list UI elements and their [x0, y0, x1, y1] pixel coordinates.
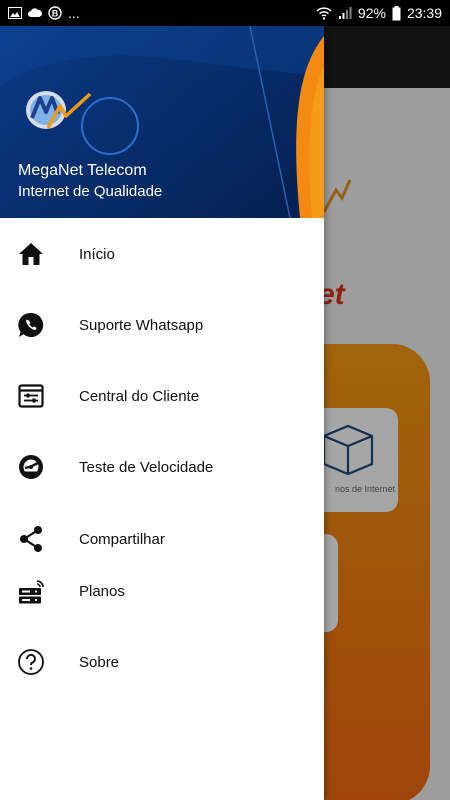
menu-item-suporte-whatsapp[interactable]: Suporte Whatsapp [0, 297, 324, 353]
navigation-drawer: MegaNet Telecom Internet de Qualidade In… [0, 26, 324, 800]
whatsapp-icon [16, 310, 46, 340]
svg-text:B: B [52, 9, 59, 19]
help-icon [16, 647, 46, 677]
image-notification-icon [8, 7, 22, 19]
wifi-icon [316, 6, 332, 20]
menu-item-label: Planos [79, 582, 125, 600]
clock: 23:39 [406, 5, 442, 21]
meganet-logo-icon [26, 91, 92, 129]
home-icon [16, 239, 46, 269]
menu-item-label: Sobre [79, 653, 120, 671]
brand-tagline: Internet de Qualidade [18, 183, 163, 200]
menu-item-label: Início [79, 245, 115, 263]
battery-icon [392, 5, 401, 21]
cloud-notification-icon [28, 8, 42, 18]
menu-item-label: Central do Cliente [79, 387, 200, 405]
speedometer-icon [16, 452, 46, 482]
menu-item-planos[interactable]: Planos [0, 563, 324, 619]
menu-item-sobre[interactable]: Sobre [0, 634, 324, 690]
drawer-header: MegaNet Telecom Internet de Qualidade [0, 26, 324, 218]
signal-icon [338, 6, 352, 20]
menu-item-central-do-cliente[interactable]: Central do Cliente [0, 368, 324, 424]
b-badge-notification-icon: B [48, 6, 62, 20]
more-notifications-text: ... [68, 5, 80, 21]
menu-item-label: Compartilhar [79, 530, 165, 548]
menu-item-compartilhar[interactable]: Compartilhar [0, 511, 324, 567]
battery-percent: 92% [357, 5, 386, 21]
menu-item-inicio[interactable]: Início [0, 226, 324, 282]
menu-item-label: Suporte Whatsapp [79, 316, 204, 334]
status-bar: B ... 92% 23:39 [0, 0, 450, 26]
menu-item-teste-de-velocidade[interactable]: Teste de Velocidade [0, 439, 324, 495]
share-icon [16, 524, 46, 554]
client-panel-icon [16, 381, 46, 411]
brand-name: MegaNet Telecom [18, 162, 147, 179]
menu-item-label: Teste de Velocidade [79, 458, 214, 476]
server-icon [16, 576, 46, 606]
